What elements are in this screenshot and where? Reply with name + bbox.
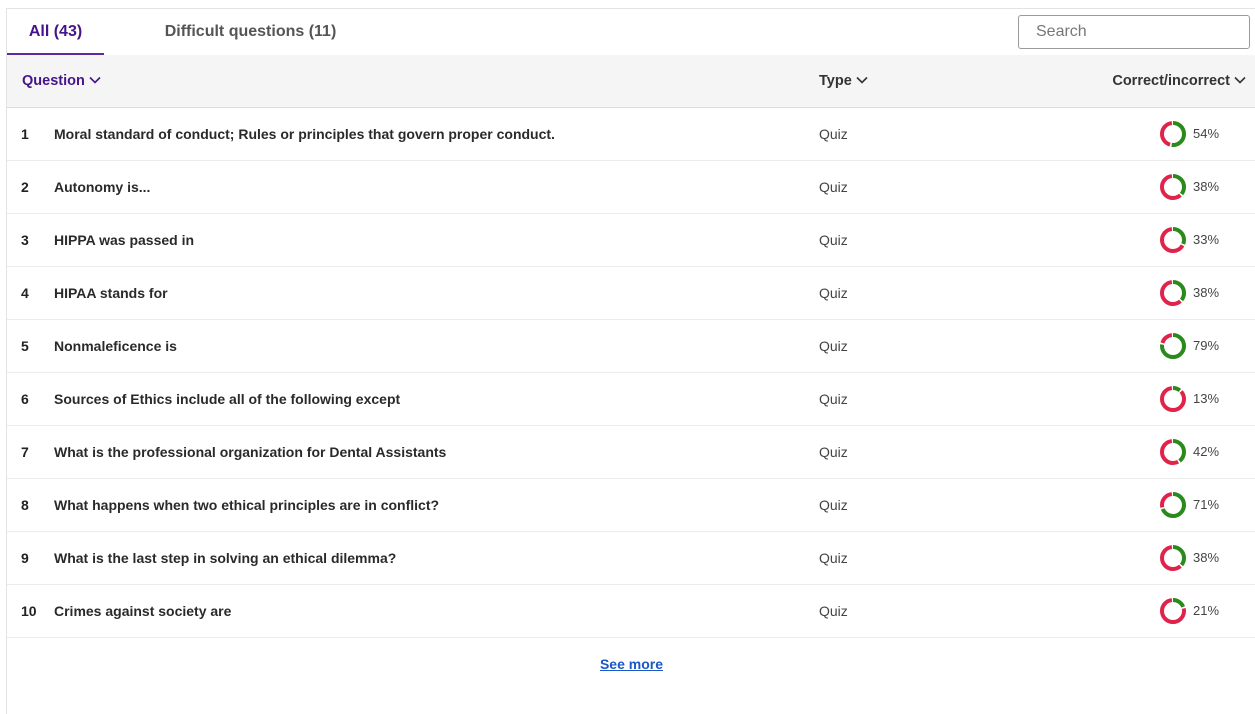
- question-text: What happens when two ethical principles…: [54, 497, 440, 513]
- column-header-question-label: Question: [22, 73, 85, 89]
- donut-chart-icon: [1160, 121, 1186, 147]
- question-text: Moral standard of conduct; Rules or prin…: [54, 126, 555, 142]
- donut-chart-icon: [1160, 492, 1186, 518]
- correct-percent: 13%: [1193, 391, 1220, 406]
- chevron-down-icon: [89, 76, 101, 84]
- chevron-down-icon: [1234, 76, 1246, 84]
- row-number: 5: [21, 338, 29, 354]
- correct-percent: 54%: [1193, 126, 1220, 141]
- donut-chart-icon: [1160, 439, 1186, 465]
- tab-bar: All (43) Difficult questions (11): [7, 9, 397, 56]
- table-header: Question Type Correct/incorrect: [7, 55, 1255, 108]
- chevron-down-icon: [856, 76, 868, 84]
- row-number: 4: [21, 285, 29, 301]
- question-type: Quiz: [819, 550, 848, 566]
- question-type: Quiz: [819, 338, 848, 354]
- question-type: Quiz: [819, 126, 848, 142]
- question-text: HIPPA was passed in: [54, 232, 195, 248]
- donut-chart-icon: [1160, 174, 1186, 200]
- column-header-question[interactable]: Question: [22, 55, 101, 108]
- correct-percent: 71%: [1193, 497, 1220, 512]
- correct-percent: 79%: [1193, 338, 1220, 353]
- correct-percent: 33%: [1193, 232, 1220, 247]
- row-number: 9: [21, 550, 29, 566]
- question-type: Quiz: [819, 497, 848, 513]
- incorrect-arc: [1160, 386, 1186, 412]
- question-type: Quiz: [819, 285, 848, 301]
- tab-all[interactable]: All (43): [7, 9, 104, 56]
- question-text: What is the professional organization fo…: [54, 444, 447, 460]
- question-type: Quiz: [819, 232, 848, 248]
- row-number: 7: [21, 444, 29, 460]
- table-row[interactable]: 8 What happens when two ethical principle…: [7, 479, 1255, 532]
- question-type: Quiz: [819, 444, 848, 460]
- row-number: 1: [21, 126, 29, 142]
- search-input[interactable]: [1018, 15, 1250, 49]
- correct-percent: 38%: [1193, 285, 1220, 300]
- table-row[interactable]: 5 Nonmaleficence is Quiz 79%: [7, 320, 1255, 373]
- column-header-type[interactable]: Type: [819, 55, 868, 108]
- table-row[interactable]: 7 What is the professional organization f…: [7, 426, 1255, 479]
- correct-percent: 21%: [1193, 603, 1220, 618]
- table-row[interactable]: 2 Autonomy is... Quiz 38%: [7, 161, 1255, 214]
- question-text: Sources of Ethics include all of the fol…: [54, 391, 401, 407]
- donut-chart-icon: [1160, 545, 1186, 571]
- donut-chart-icon: [1160, 598, 1186, 624]
- table-row[interactable]: 4 HIPAA stands for Quiz 38%: [7, 267, 1255, 320]
- column-header-type-label: Type: [819, 73, 852, 89]
- correct-percent: 38%: [1193, 179, 1220, 194]
- table-row[interactable]: 6 Sources of Ethics include all of the fo…: [7, 373, 1255, 426]
- donut-chart-icon: [1160, 333, 1186, 359]
- row-number: 8: [21, 497, 29, 513]
- donut-chart-icon: [1160, 280, 1186, 306]
- table-row[interactable]: 9 What is the last step in solving an eth…: [7, 532, 1255, 585]
- question-text: Nonmaleficence is: [54, 338, 177, 354]
- column-header-correct-label: Correct/incorrect: [1112, 73, 1230, 89]
- correct-percent: 42%: [1193, 444, 1220, 459]
- row-number: 6: [21, 391, 29, 407]
- question-type: Quiz: [819, 391, 848, 407]
- question-type: Quiz: [819, 179, 848, 195]
- donut-chart-icon: [1160, 386, 1186, 412]
- question-type: Quiz: [819, 603, 848, 619]
- donut-chart-icon: [1160, 227, 1186, 253]
- row-number: 3: [21, 232, 29, 248]
- tab-difficult-questions[interactable]: Difficult questions (11): [104, 9, 397, 55]
- table-row[interactable]: 1 Moral standard of conduct; Rules or pri…: [7, 108, 1255, 161]
- see-more-link[interactable]: See more: [7, 656, 1255, 672]
- question-text: What is the last step in solving an ethi…: [54, 550, 397, 566]
- row-number: 10: [21, 603, 37, 619]
- table-row[interactable]: 10 Crimes against society are Quiz 21%: [7, 585, 1255, 638]
- question-text: HIPAA stands for: [54, 285, 168, 301]
- questions-panel: All (43) Difficult questions (11) Questi…: [6, 8, 1255, 714]
- question-text: Crimes against society are: [54, 603, 232, 619]
- question-text: Autonomy is...: [54, 179, 151, 195]
- correct-percent: 38%: [1193, 550, 1220, 565]
- table-row[interactable]: 3 HIPPA was passed in Quiz 33%: [7, 214, 1255, 267]
- column-header-correct-incorrect[interactable]: Correct/incorrect: [1112, 55, 1246, 108]
- row-number: 2: [21, 179, 29, 195]
